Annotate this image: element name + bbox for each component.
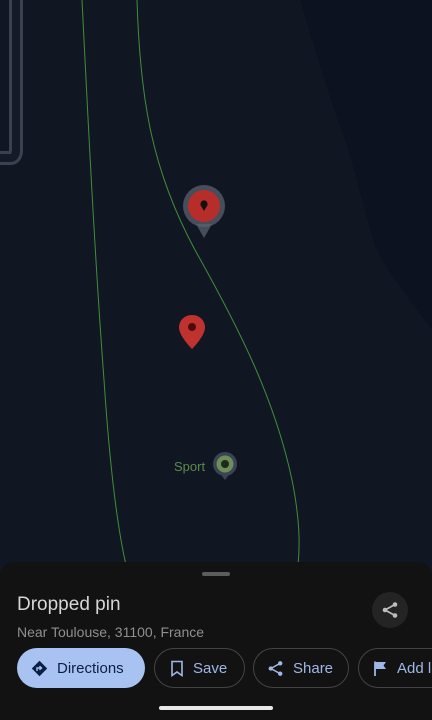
share-icon <box>382 602 398 618</box>
add-label-button[interactable]: Add la <box>358 648 432 688</box>
flag-icon <box>373 660 388 677</box>
directions-label: Directions <box>57 659 124 677</box>
drag-handle[interactable] <box>202 572 230 576</box>
place-title: Dropped pin <box>17 594 121 615</box>
poi-label-sport[interactable]: Sport <box>174 459 205 474</box>
add-label-label: Add la <box>397 659 432 677</box>
home-indicator[interactable] <box>159 706 273 710</box>
action-chips: Directions Save Share Add l <box>17 648 432 690</box>
place-bottom-sheet[interactable]: Dropped pin Near Toulouse, 31100, France… <box>0 562 432 720</box>
share-label: Share <box>293 659 334 677</box>
save-label: Save <box>193 659 228 677</box>
share-icon <box>267 660 284 677</box>
share-button[interactable]: Share <box>253 648 349 688</box>
directions-button[interactable]: Directions <box>17 648 145 688</box>
place-address: Near Toulouse, 31100, France <box>17 624 205 640</box>
share-icon-button[interactable] <box>372 592 408 628</box>
bookmark-icon <box>170 660 184 677</box>
save-button[interactable]: Save <box>154 648 245 688</box>
directions-icon <box>31 660 48 677</box>
